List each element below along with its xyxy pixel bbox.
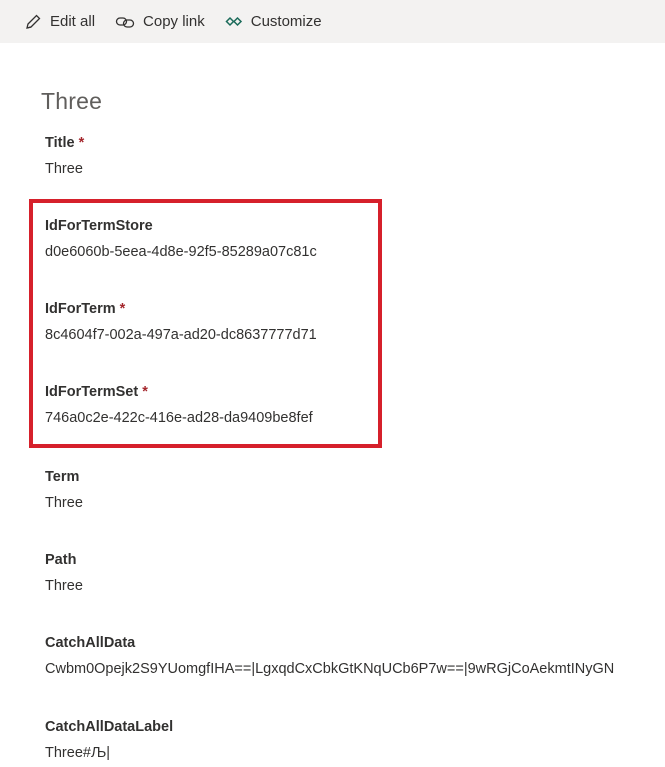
required-indicator: *: [142, 384, 148, 400]
item-title: Three: [41, 88, 103, 114]
field-id-for-term: IdForTerm * 8c4604f7-002a-497a-ad20-dc86…: [45, 299, 660, 345]
field-value[interactable]: Three: [45, 159, 660, 179]
field-term: Term Three: [45, 467, 660, 513]
edit-all-button[interactable]: Edit all: [24, 0, 95, 43]
field-catch-all-data: CatchAllData Cwbm0Opejk2S9YUomgfIHA==|Lg…: [45, 633, 660, 679]
required-indicator: *: [119, 301, 126, 317]
field-id-for-term-set: IdForTermSet * 746a0c2e-422c-416e-ad28-d…: [45, 382, 660, 428]
field-label: IdForTermSet *: [45, 384, 148, 400]
field-label: Title *: [45, 135, 85, 151]
field-value[interactable]: Cwbm0Opejk2S9YUomgfIHA==|LgxqdCxCbkGtKNq…: [45, 659, 660, 679]
copy-link-label: Copy link: [143, 13, 205, 30]
field-value[interactable]: Three: [45, 493, 660, 513]
field-value[interactable]: 8c4604f7-002a-497a-ad20-dc8637777d71: [45, 325, 660, 345]
field-value[interactable]: Three: [45, 576, 660, 596]
command-bar: Edit all Copy link Customize: [0, 0, 665, 43]
required-indicator: *: [78, 135, 85, 151]
field-value[interactable]: d0e6060b-5eea-4d8e-92f5-85289a07c81c: [45, 242, 660, 262]
field-catch-all-data-label: CatchAllDataLabel Three#Љ|: [45, 717, 660, 763]
field-id-for-term-store: IdForTermStore d0e6060b-5eea-4d8e-92f5-8…: [45, 216, 660, 262]
link-icon: [115, 16, 135, 28]
field-path: Path Three: [45, 550, 660, 596]
field-label: Term: [45, 469, 80, 485]
field-label: IdForTerm *: [45, 301, 126, 317]
customize-icon: [225, 16, 242, 26]
field-label: Path: [45, 552, 77, 568]
edit-all-label: Edit all: [50, 13, 96, 30]
field-label: CatchAllData: [45, 635, 136, 651]
field-value[interactable]: 746a0c2e-422c-416e-ad28-da9409be8fef: [45, 408, 660, 428]
customize-button[interactable]: Customize: [225, 0, 322, 43]
customize-label: Customize: [250, 13, 322, 30]
field-label: CatchAllDataLabel: [45, 719, 174, 735]
field-label: IdForTermStore: [45, 218, 153, 234]
copy-link-button[interactable]: Copy link: [115, 0, 205, 43]
field-title: Title * Three: [45, 133, 660, 179]
pencil-icon: [26, 14, 41, 29]
field-value[interactable]: Three#Љ|: [45, 743, 660, 763]
